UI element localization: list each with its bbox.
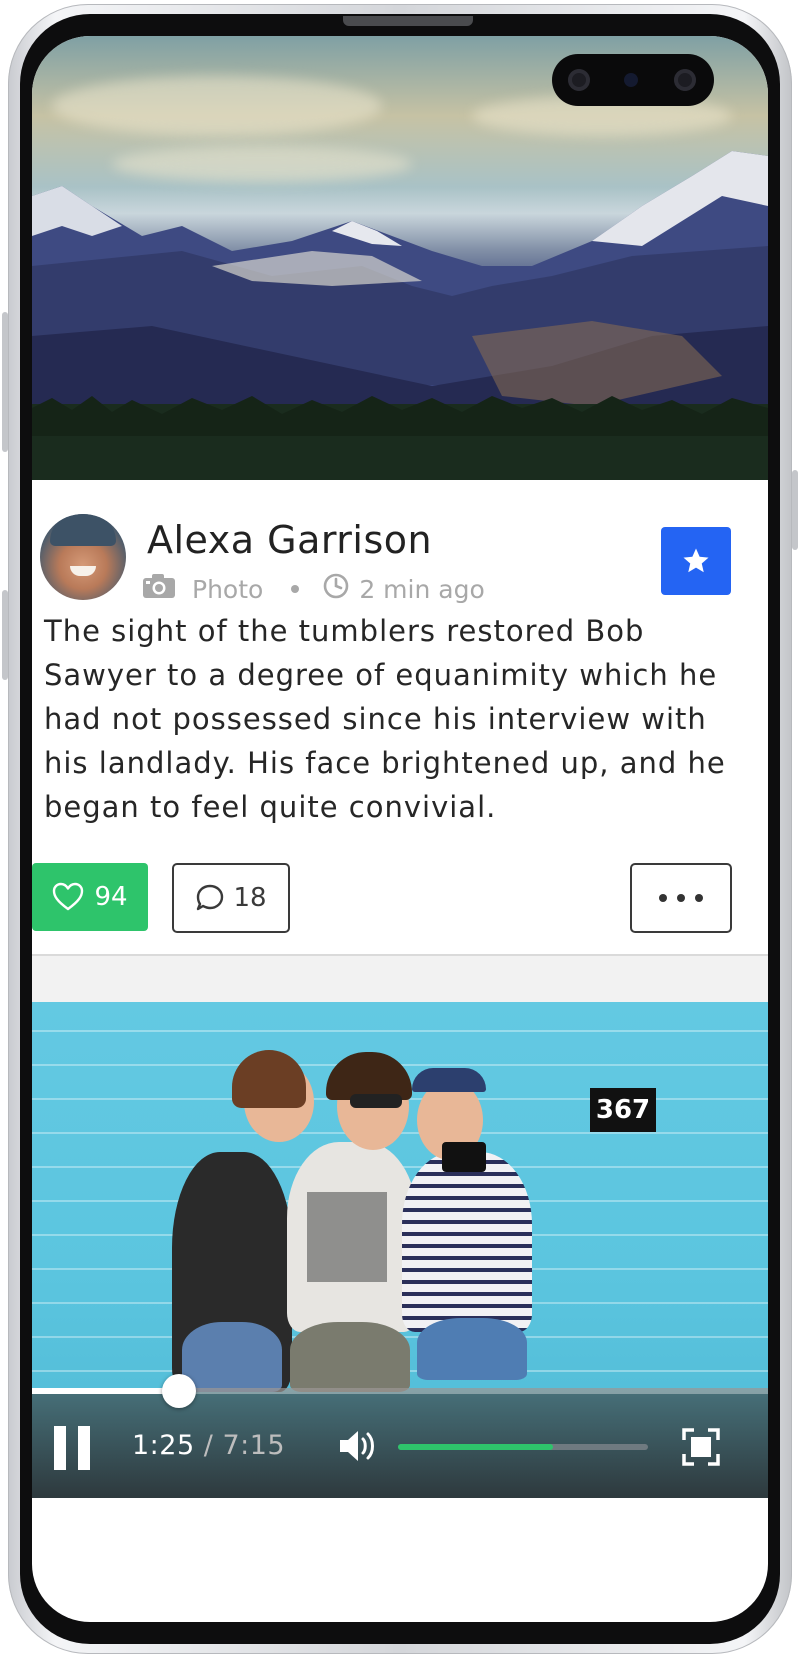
phone-side-button [792, 470, 798, 550]
screen: Alexa Garrison Photo 2 min ago The sight… [32, 36, 768, 1622]
more-icon-dot [677, 894, 685, 902]
next-post-edge [32, 1498, 768, 1522]
heart-icon [53, 882, 84, 911]
total-time: 7:15 [222, 1430, 286, 1461]
post-divider [32, 954, 768, 1004]
favorite-button[interactable] [661, 527, 731, 595]
meta-separator-dot [291, 585, 300, 593]
more-options-button[interactable] [630, 863, 732, 933]
comment-button[interactable]: 18 [172, 863, 290, 933]
clock-icon [323, 573, 349, 605]
pause-icon [54, 1426, 66, 1470]
current-time: 1:25 [132, 1430, 195, 1461]
like-button[interactable]: 94 [32, 863, 148, 931]
fullscreen-icon [682, 1428, 720, 1466]
pause-button[interactable] [54, 1426, 90, 1470]
post-hero-image [32, 36, 768, 480]
phone-side-button [2, 590, 8, 680]
post-meta: Photo 2 min ago [142, 573, 485, 605]
star-icon [683, 548, 709, 573]
pause-icon-bar [78, 1426, 90, 1470]
earpiece-speaker [343, 16, 473, 26]
comment-count: 18 [233, 883, 267, 913]
wall-number-sign: 367 [590, 1088, 656, 1132]
volume-button[interactable] [338, 1428, 378, 1468]
more-icon-dot [695, 894, 703, 902]
author-avatar[interactable] [40, 514, 126, 600]
author-name[interactable]: Alexa Garrison [147, 518, 432, 562]
like-count: 94 [94, 882, 128, 912]
comment-icon [197, 884, 224, 911]
post-text: The sight of the tumblers restored Bob S… [44, 614, 726, 824]
fullscreen-button[interactable] [682, 1428, 720, 1470]
time-separator: / [203, 1430, 214, 1461]
more-icon [659, 894, 667, 902]
camera-icon [142, 573, 176, 605]
volume-icon [340, 1431, 374, 1461]
post-type-label: Photo [192, 574, 264, 604]
playback-time: 1:25 / 7:15 [132, 1430, 285, 1461]
video-player[interactable]: 367 1:25 / 7:15 [32, 1002, 768, 1498]
seek-progress [32, 1388, 180, 1394]
post-time-label: 2 min ago [359, 574, 485, 604]
front-camera-cutout [552, 54, 714, 106]
phone-side-button [2, 312, 8, 452]
seek-thumb[interactable] [162, 1374, 197, 1408]
volume-level [398, 1444, 553, 1450]
